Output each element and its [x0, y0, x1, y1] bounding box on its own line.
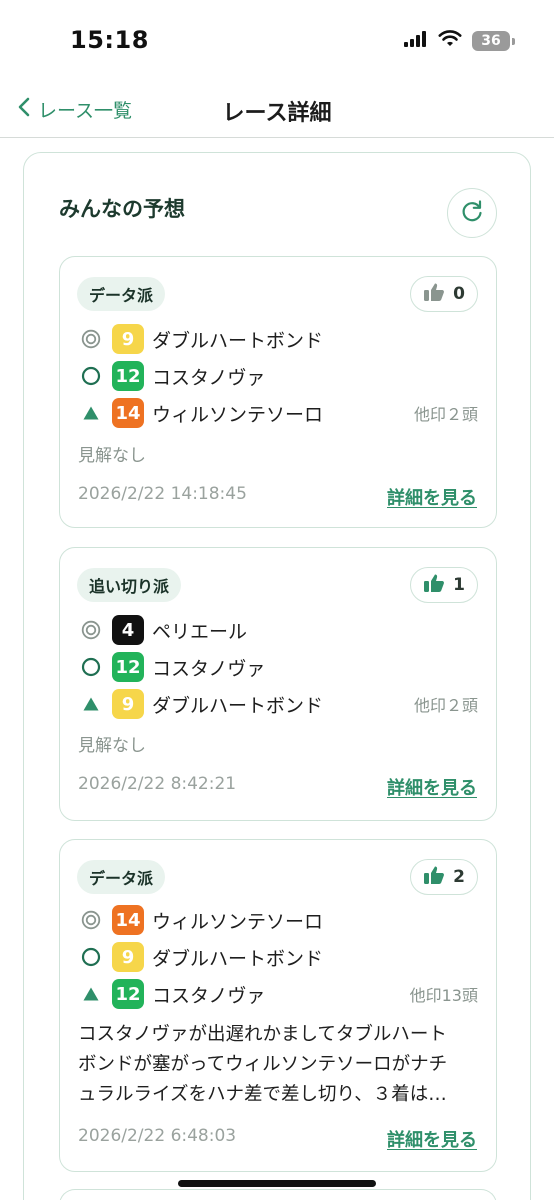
horse-name: ウィルソンテソーロ [152, 910, 324, 933]
horse-name: ペリエール [152, 620, 248, 643]
home-indicator [178, 1180, 376, 1187]
like-button[interactable]: 2 [410, 859, 478, 895]
other-marks-count: 他印２頭 [413, 696, 478, 715]
predictions-section: みんなの予想 データ派 0 9 ダブルハートボンド 12 コスタノヴァ 14 ウ… [23, 152, 531, 1200]
horse-name: ダブルハートボンド [152, 329, 324, 352]
pick-row-honmei: 4 ペリエール [80, 613, 478, 647]
wifi-icon [438, 30, 462, 52]
style-tag: データ派 [77, 277, 166, 311]
opinion-line: コスタノヴァが出遅れかましてタブルハート [78, 1024, 447, 1045]
pick-row-honmei: 9 ダブルハートボンド [80, 322, 478, 356]
page-title: レース詳細 [222, 101, 332, 126]
pick-row-taikou: 9 ダブルハートボンド [80, 940, 478, 974]
style-tag: 追い切り派 [77, 568, 182, 602]
refresh-icon [459, 198, 485, 228]
opinion-text: 見解なし [78, 736, 146, 756]
status-bar: 15:18 36 [0, 0, 554, 84]
status-time: 15:18 [70, 26, 149, 54]
pick-row-taikou: 12 コスタノヴァ [80, 650, 478, 684]
double-circle-mark-icon [80, 909, 102, 931]
horse-name: ダブルハートボンド [152, 694, 324, 717]
section-title: みんなの予想 [59, 197, 185, 221]
pick-row-tanana: 14 ウィルソンテソーロ 他印２頭 [80, 396, 478, 430]
opinion-line: ュラルライズをハナ差で差し切り、３着は… [78, 1084, 447, 1105]
horse-name: ダブルハートボンド [152, 947, 324, 970]
triangle-mark-icon [80, 402, 102, 424]
thumbs-up-icon [423, 865, 445, 889]
battery-indicator: 36 [472, 31, 515, 51]
opinion-line: ボンドが塞がってウィルソンテソーロがナチ [78, 1054, 448, 1075]
timestamp: 2026/2/22 6:48:03 [78, 1126, 237, 1146]
like-count: 2 [453, 867, 465, 887]
horse-number-badge: 12 [112, 361, 144, 391]
triangle-mark-icon [80, 693, 102, 715]
horse-name: ウィルソンテソーロ [152, 403, 324, 426]
view-detail-link[interactable]: 詳細を見る [387, 774, 477, 800]
thumbs-up-icon [423, 282, 445, 306]
thumbs-up-icon [423, 573, 445, 597]
view-detail-link[interactable]: 詳細を見る [387, 484, 477, 510]
horse-number-badge: 9 [112, 324, 144, 354]
prediction-card [59, 1189, 497, 1200]
opinion-text: 見解なし [78, 446, 146, 466]
horse-number-badge: 14 [112, 398, 144, 428]
horse-name: コスタノヴァ [152, 984, 266, 1007]
pick-row-taikou: 12 コスタノヴァ [80, 359, 478, 393]
like-button[interactable]: 0 [410, 276, 478, 312]
prediction-card: データ派 0 9 ダブルハートボンド 12 コスタノヴァ 14 ウィルソンテソー… [59, 256, 497, 528]
horse-number-badge: 14 [112, 905, 144, 935]
like-button[interactable]: 1 [410, 567, 478, 603]
view-detail-link[interactable]: 詳細を見る [387, 1126, 477, 1152]
prediction-card: データ派 2 14 ウィルソンテソーロ 9 ダブルハートボンド 12 コスタノヴ… [59, 839, 497, 1172]
horse-number-badge: 12 [112, 652, 144, 682]
circle-mark-icon [80, 946, 102, 968]
pick-row-tanana: 9 ダブルハートボンド 他印２頭 [80, 687, 478, 721]
double-circle-mark-icon [80, 619, 102, 641]
horse-name: コスタノヴァ [152, 657, 266, 680]
status-icons: 36 [404, 30, 515, 52]
prediction-card: 追い切り派 1 4 ペリエール 12 コスタノヴァ 9 ダブルハートボンド 他印… [59, 547, 497, 821]
horse-number-badge: 4 [112, 615, 144, 645]
triangle-mark-icon [80, 983, 102, 1005]
like-count: 1 [453, 575, 465, 595]
horse-number-badge: 9 [112, 942, 144, 972]
other-marks-count: 他印２頭 [413, 405, 478, 424]
like-count: 0 [453, 284, 465, 304]
cellular-signal-icon [404, 31, 428, 51]
horse-name: コスタノヴァ [152, 366, 266, 389]
timestamp: 2026/2/22 14:18:45 [78, 484, 247, 504]
horse-number-badge: 12 [112, 979, 144, 1009]
circle-mark-icon [80, 656, 102, 678]
pick-row-tanana: 12 コスタノヴァ 他印13頭 [80, 977, 478, 1011]
circle-mark-icon [80, 365, 102, 387]
other-marks-count: 他印13頭 [409, 986, 478, 1005]
style-tag: データ派 [77, 860, 166, 894]
navigation-bar: レース一覧 レース詳細 [0, 84, 554, 138]
horse-number-badge: 9 [112, 689, 144, 719]
refresh-button[interactable] [447, 188, 497, 238]
opinion-text: コスタノヴァが出遅れかましてタブルハート ボンドが塞がってウィルソンテソーロがナ… [78, 1020, 478, 1110]
timestamp: 2026/2/22 8:42:21 [78, 774, 237, 794]
double-circle-mark-icon [80, 328, 102, 350]
pick-row-honmei: 14 ウィルソンテソーロ [80, 903, 478, 937]
